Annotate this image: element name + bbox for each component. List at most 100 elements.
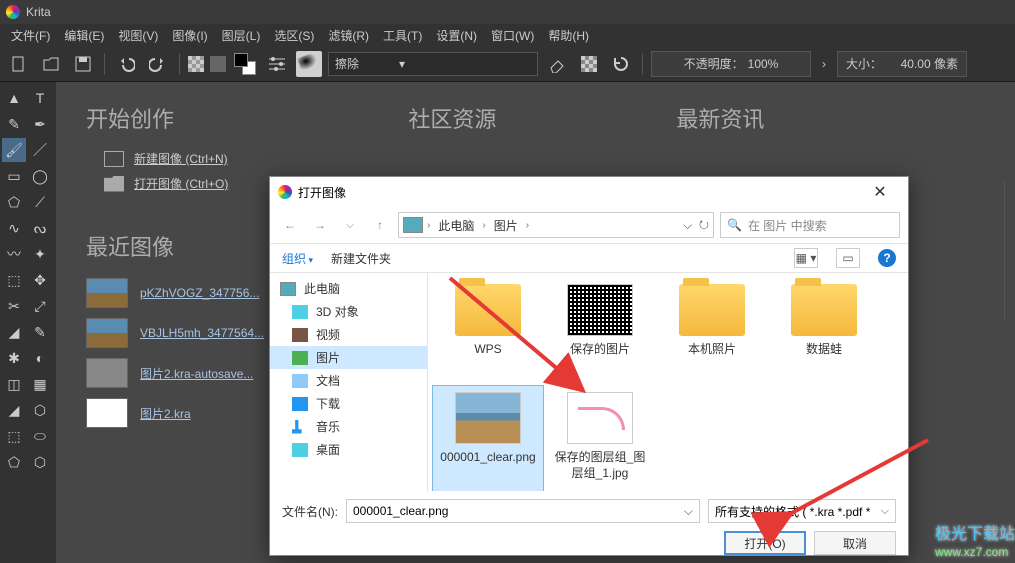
dialog-sidebar: 此电脑 3D 对象 视频 图片 文档 下载 音乐 桌面 [270,273,428,491]
file-item-folder[interactable]: 本机照片 [656,277,768,385]
tool-fill[interactable]: ◢ [2,320,26,344]
menu-image[interactable]: 图像(I) [165,24,214,47]
menu-select[interactable]: 选区(S) [267,24,321,47]
tool-polyline[interactable]: ⟋ [28,190,52,214]
help-icon[interactable]: ? [878,249,896,267]
menu-view[interactable]: 视图(V) [111,24,165,47]
file-item-image[interactable]: 000001_clear.png [432,385,544,491]
opacity-more-icon[interactable]: › [817,51,831,77]
tool-dynamic[interactable]: 〰 [2,242,26,266]
nav-recent-icon[interactable]: ⌵ [338,213,362,237]
titlebar: Krita [0,0,1015,24]
tool-move[interactable]: ▲ [2,86,26,110]
file-item-image[interactable]: 保存的图层组_图层组_1.jpg [544,385,656,491]
tool-multi[interactable]: ✦ [28,242,52,266]
menu-setting[interactable]: 设置(N) [429,24,484,47]
tool-line[interactable]: ／ [28,138,52,162]
tool-select-free[interactable]: ⬡ [28,450,52,474]
filename-input[interactable]: 000001_clear.png [346,499,700,523]
sidebar-item-downloads[interactable]: 下载 [270,392,427,415]
tool-select-ellipse[interactable]: ⬭ [28,424,52,448]
tool-brush[interactable]: 🖌 [2,138,26,162]
sidebar-item-docs[interactable]: 文档 [270,369,427,392]
open-button[interactable]: 打开(O) [724,531,806,555]
tool-picker[interactable]: ✎ [28,320,52,344]
tool-sample[interactable]: ⤢ [28,294,52,318]
new-folder-button[interactable]: 新建文件夹 [331,250,391,267]
tool-edit-shape[interactable]: ✎ [2,112,26,136]
tool-reference[interactable]: ⬡ [28,398,52,422]
cancel-button[interactable]: 取消 [814,531,896,555]
preview-pane-icon[interactable]: ▭ [836,248,860,268]
redo-icon[interactable] [145,51,171,77]
alpha-lock-icon[interactable] [576,51,602,77]
blend-mode-combo[interactable]: 擦除 [328,52,538,76]
tool-transform[interactable]: ⬚ [2,268,26,292]
open-dialog: 打开图像 ✕ ← → ⌵ ↑ › 此电脑 › 图片 › ⌵ ↻ 🔍 在 图片 中… [269,176,909,556]
tool-assistant[interactable]: ✱ [2,346,26,370]
tool-ellipse[interactable]: ◯ [28,164,52,188]
nav-forward-icon[interactable]: → [308,213,332,237]
size-control[interactable]: 大小：40.00 像素 [837,51,967,77]
opacity-control[interactable]: 不透明度：100% [651,51,811,77]
file-list: WPS 保存的图片 本机照片 数据蛙 000001_clear.png 保存的图… [428,273,908,491]
file-item-folder[interactable]: 数据蛙 [768,277,880,385]
tool-rect[interactable]: ▭ [2,164,26,188]
tool-freehand[interactable]: ᔓ [28,216,52,240]
reload-preset-icon[interactable] [608,51,634,77]
nav-up-icon[interactable]: ↑ [368,213,392,237]
refresh-icon[interactable]: ⌵ ↻ [683,218,709,233]
file-item-folder[interactable]: 保存的图片 [544,277,656,385]
save-file-icon[interactable] [70,51,96,77]
open-image-link[interactable]: 打开图像 (Ctrl+O) [104,175,228,192]
search-input[interactable]: 🔍 在 图片 中搜索 [720,212,900,238]
file-filter-combo[interactable]: 所有支持的格式 ( *.kra *.pdf * [708,499,896,523]
tool-pattern[interactable]: ◫ [2,372,26,396]
menu-edit[interactable]: 编辑(E) [57,24,111,47]
toolbar: 擦除 不透明度：100% › 大小：40.00 像素 [0,46,1015,82]
pc-icon [403,217,423,233]
close-icon[interactable]: ✕ [860,182,900,202]
sidebar-item-video[interactable]: 视频 [270,323,427,346]
menu-filter[interactable]: 滤镜(R) [321,24,376,47]
pattern-swatch-icon[interactable] [188,56,204,72]
tool-move2[interactable]: ✥ [28,268,52,292]
sidebar-item-music[interactable]: 音乐 [270,415,427,438]
color-selector[interactable] [232,51,258,77]
tool-select-rect[interactable]: ⬚ [2,424,26,448]
menu-layer[interactable]: 图层(L) [215,24,268,47]
gradient-swatch-icon[interactable] [210,56,226,72]
tool-bezier[interactable]: ∿ [2,216,26,240]
menu-help[interactable]: 帮助(H) [541,24,596,47]
sidebar-item-desktop[interactable]: 桌面 [270,438,427,461]
tool-text[interactable]: T [28,86,52,110]
tool-calligraphy[interactable]: ✒ [28,112,52,136]
tool-crop[interactable]: ✂ [2,294,26,318]
dialog-titlebar: 打开图像 ✕ [270,177,908,207]
start-create-title: 开始创作 [86,102,228,134]
toolbox: ▲ T ✎ ✒ 🖌 ／ ▭ ◯ ⬠ ⟋ ∿ ᔓ 〰 ✦ ⬚ ✥ ✂ ⤢ ◢ ✎ … [0,82,56,563]
new-file-icon[interactable] [6,51,32,77]
file-item-folder[interactable]: WPS [432,277,544,385]
tool-smart[interactable]: ▦ [28,372,52,396]
organize-menu[interactable]: 组织 [282,250,313,267]
sidebar-item-3d[interactable]: 3D 对象 [270,300,427,323]
view-mode-icon[interactable]: ▦ ▾ [794,248,818,268]
new-image-link[interactable]: 新建图像 (Ctrl+N) [104,150,228,167]
breadcrumb[interactable]: › 此电脑 › 图片 › ⌵ ↻ [398,212,714,238]
menu-window[interactable]: 窗口(W) [484,24,541,47]
brush-preview[interactable] [296,51,322,77]
brush-settings-icon[interactable] [264,51,290,77]
menu-file[interactable]: 文件(F) [4,24,57,47]
tool-gradient[interactable]: ◐ [28,346,52,370]
tool-measure[interactable]: ◢ [2,398,26,422]
tool-polygon[interactable]: ⬠ [2,190,26,214]
sidebar-item-images[interactable]: 图片 [270,346,427,369]
menu-tool[interactable]: 工具(T) [376,24,429,47]
open-file-icon[interactable] [38,51,64,77]
undo-icon[interactable] [113,51,139,77]
tool-select-poly[interactable]: ⬠ [2,450,26,474]
nav-back-icon[interactable]: ← [278,213,302,237]
sidebar-item-pc[interactable]: 此电脑 [270,277,427,300]
eraser-icon[interactable] [544,51,570,77]
